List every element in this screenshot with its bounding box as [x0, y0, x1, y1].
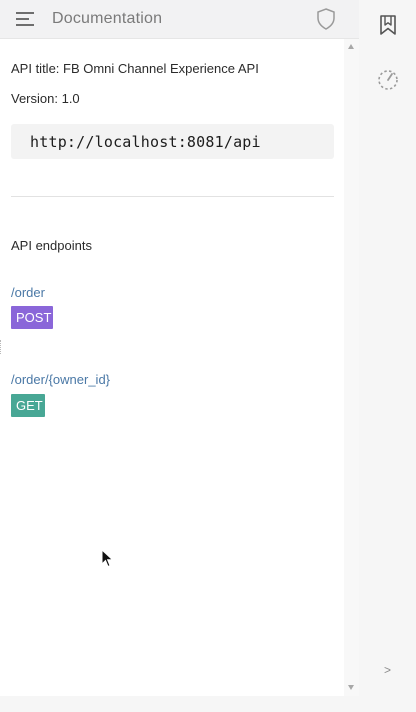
- api-title: API title: FB Omni Channel Experience AP…: [11, 61, 259, 76]
- dotted-gauge-icon[interactable]: [376, 68, 400, 92]
- divider: [11, 196, 334, 197]
- page-title: Documentation: [52, 10, 163, 27]
- resize-grip[interactable]: [0, 340, 2, 354]
- documentation-content: API title: FB Omni Channel Experience AP…: [0, 39, 344, 696]
- scroll-down-arrow-icon[interactable]: [348, 685, 354, 690]
- base-url-code: http://localhost:8081/api: [11, 124, 334, 159]
- panel-header: Documentation: [0, 0, 359, 39]
- endpoints-heading: API endpoints: [11, 238, 92, 253]
- scroll-up-arrow-icon[interactable]: [348, 44, 354, 49]
- vertical-scrollbar[interactable]: [344, 39, 359, 696]
- api-version: Version: 1.0: [11, 91, 80, 106]
- right-rail: >: [360, 0, 416, 696]
- method-badge-post[interactable]: POST: [11, 306, 53, 329]
- method-badge-get[interactable]: GET: [11, 394, 45, 417]
- endpoint-path-order[interactable]: /order: [11, 285, 45, 300]
- mouse-cursor-icon: [101, 549, 114, 568]
- app-frame: Documentation API title: FB Omni Channel…: [0, 0, 416, 712]
- shield-icon[interactable]: [316, 8, 336, 30]
- book-bookmark-icon[interactable]: [376, 13, 400, 37]
- endpoint-path-order-owner-id[interactable]: /order/{owner_id}: [11, 372, 110, 387]
- hamburger-menu-icon[interactable]: [15, 10, 37, 28]
- expand-rail-button[interactable]: >: [384, 663, 391, 677]
- documentation-panel: Documentation API title: FB Omni Channel…: [0, 0, 359, 696]
